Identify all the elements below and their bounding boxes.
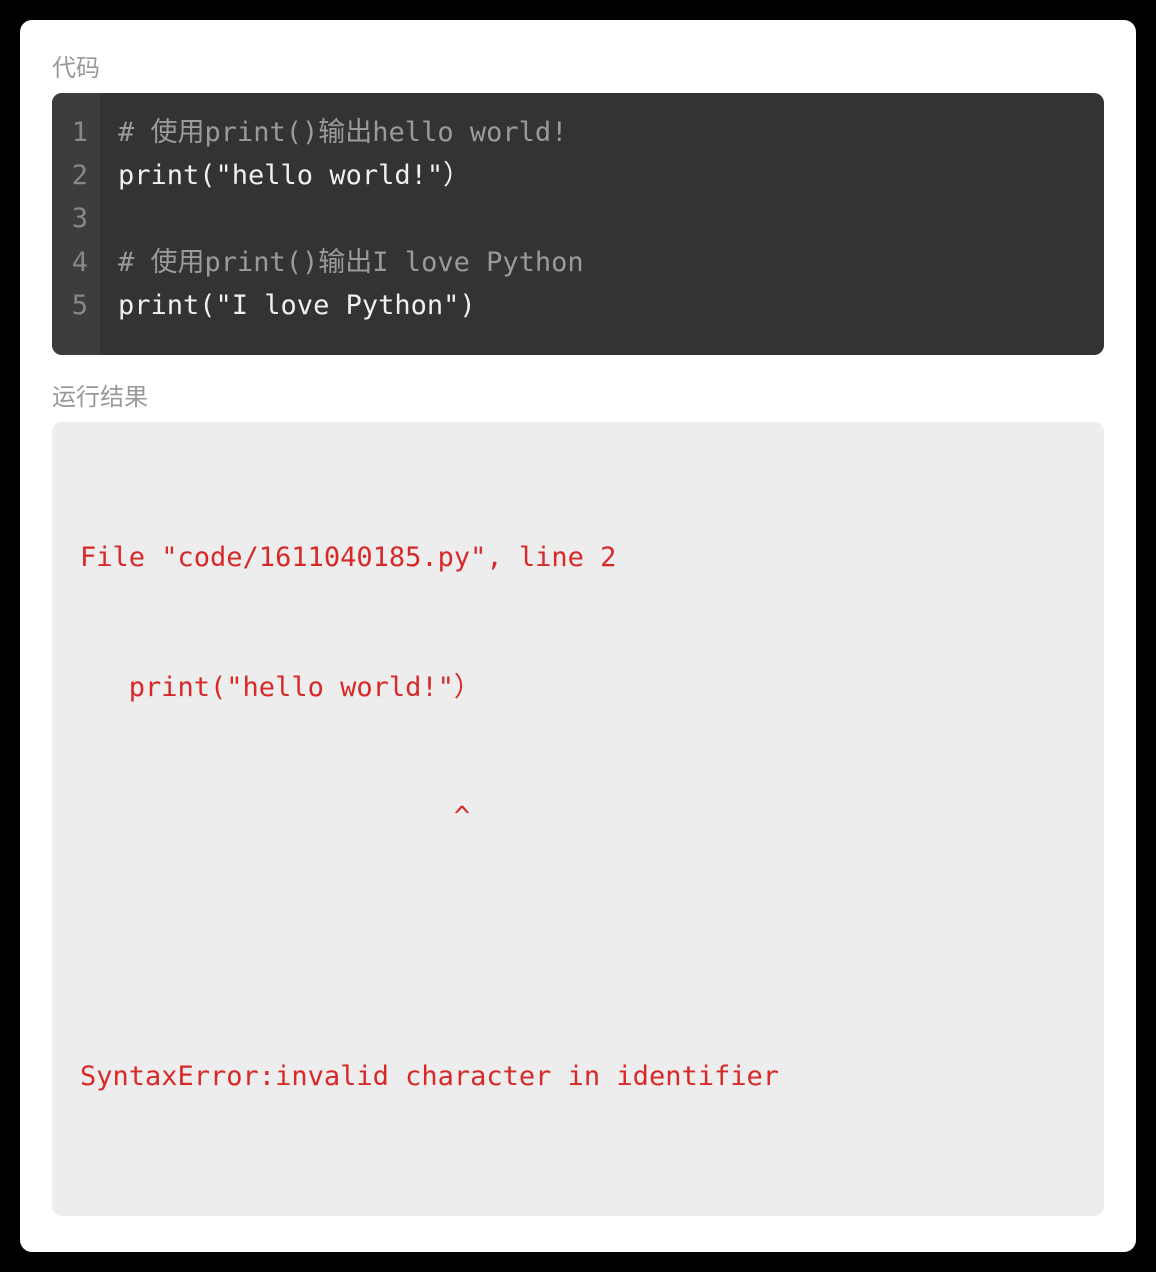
code-line: print("hello world!"） [118, 154, 470, 197]
code-line: print("I love Python") [118, 284, 476, 327]
output-line: ^ [80, 795, 1076, 838]
main-panel: 代码 1 2 3 4 5 # 使用print()输出hello world! p… [20, 20, 1136, 1252]
code-content-area[interactable]: # 使用print()输出hello world! print("hello w… [100, 93, 1104, 355]
output-panel: File "code/1611040185.py", line 2 print(… [52, 422, 1104, 1216]
output-line [80, 925, 1076, 968]
result-section-label: 运行结果 [52, 377, 1104, 412]
output-line: print("hello world!"） [80, 666, 1076, 709]
line-number: 5 [66, 284, 88, 327]
output-line: File "code/1611040185.py", line 2 [80, 536, 1076, 579]
code-line: # 使用print()输出I love Python [118, 241, 584, 284]
code-line: # 使用print()输出hello world! [118, 111, 567, 154]
line-number-gutter: 1 2 3 4 5 [52, 93, 100, 355]
line-number: 2 [66, 154, 88, 197]
output-line: SyntaxError:invalid character in identif… [80, 1055, 1076, 1098]
line-number: 1 [66, 111, 88, 154]
code-editor[interactable]: 1 2 3 4 5 # 使用print()输出hello world! prin… [52, 93, 1104, 355]
code-section-label: 代码 [52, 48, 1104, 83]
line-number: 3 [66, 197, 88, 240]
line-number: 4 [66, 241, 88, 284]
